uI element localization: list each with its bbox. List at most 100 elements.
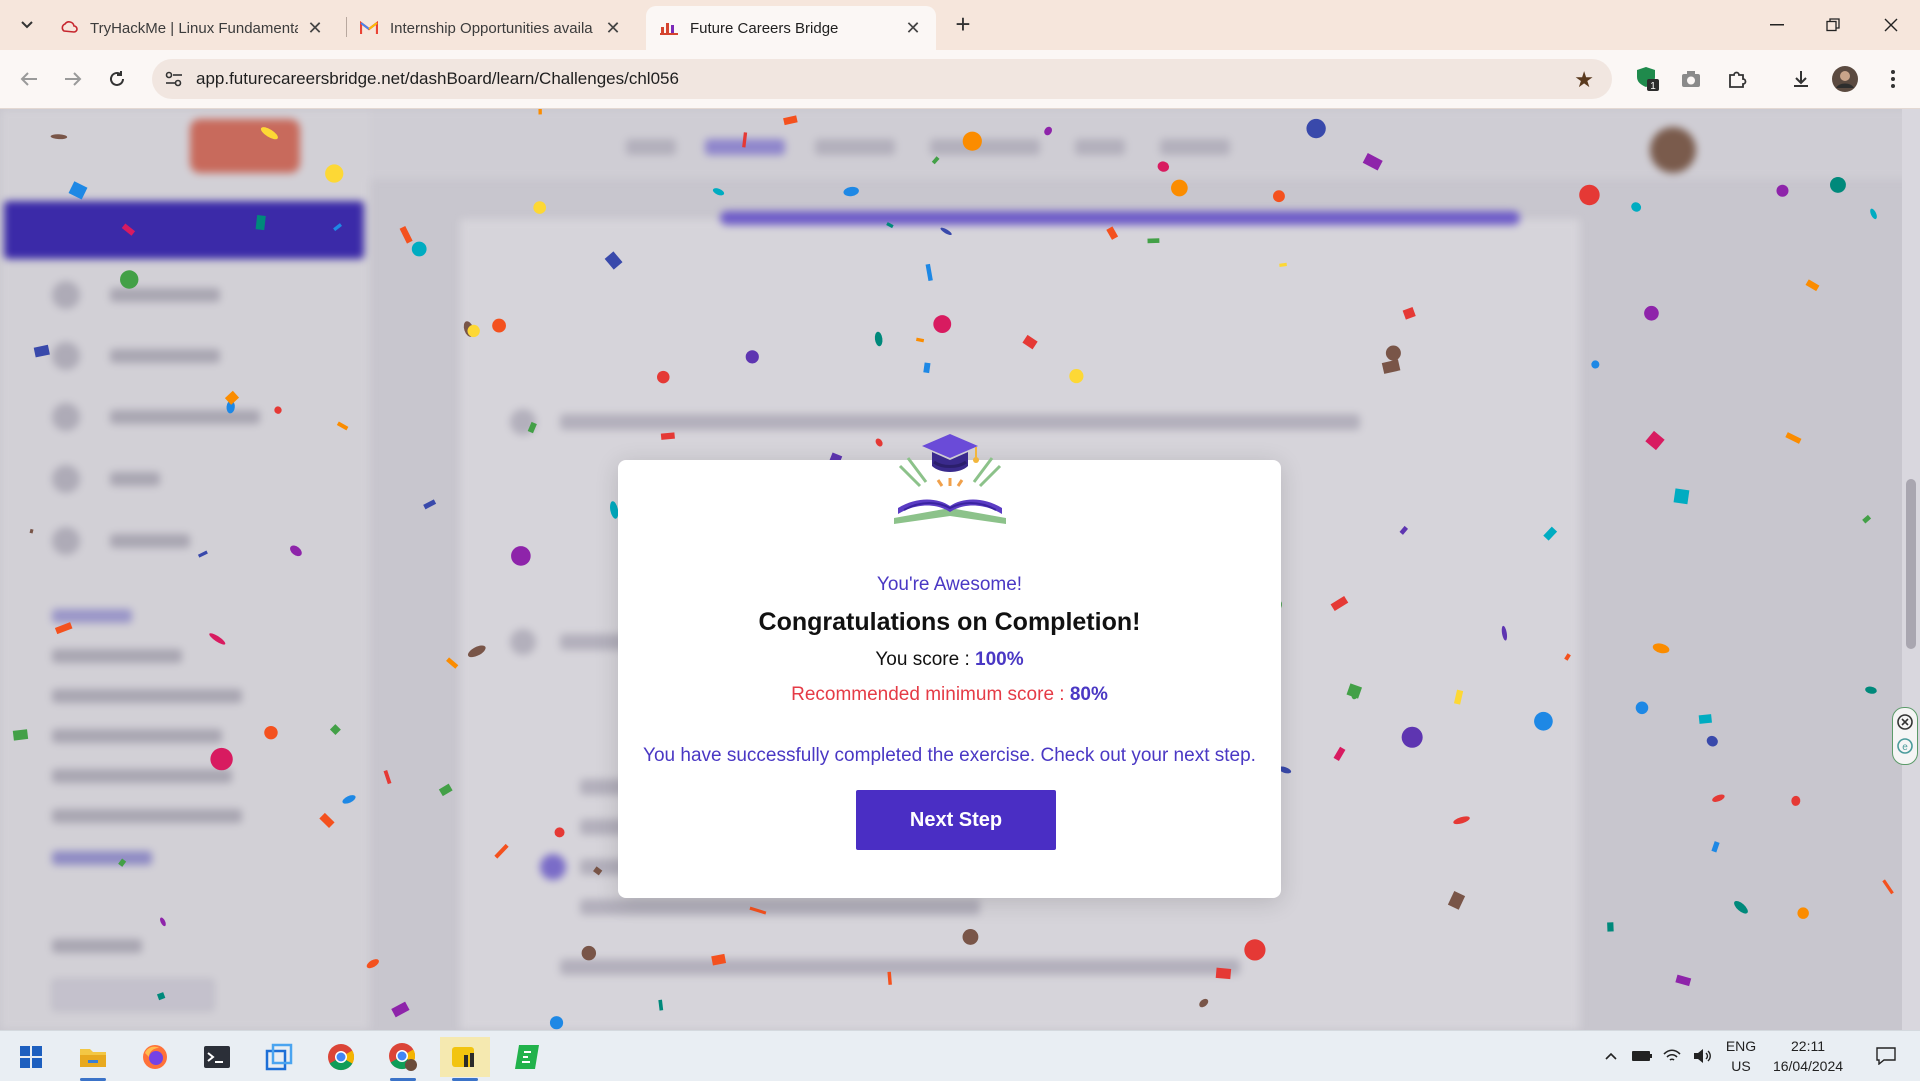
confetti-piece: [1199, 998, 1209, 1008]
confetti-piece: [554, 827, 565, 838]
tab-tryhackme[interactable]: TryHackMe | Linux Fundamenta ✕: [46, 6, 338, 50]
confetti-piece: [962, 131, 982, 151]
taskbar-vm[interactable]: [254, 1037, 304, 1077]
taskbar-terminal[interactable]: [192, 1037, 242, 1077]
confetti-piece: [527, 421, 537, 434]
confetti-piece: [925, 263, 933, 281]
taskbar-chrome-profile[interactable]: [378, 1037, 428, 1081]
page-scrollbar[interactable]: [1902, 109, 1920, 1030]
puzzle-icon: [1729, 71, 1747, 88]
taskbar-notes-app[interactable]: [440, 1037, 490, 1081]
downloads-button[interactable]: [1786, 64, 1816, 94]
restore-button[interactable]: [1810, 8, 1856, 42]
chevron-up-icon: [1605, 1052, 1617, 1060]
start-button[interactable]: [6, 1037, 56, 1077]
confetti-piece: [492, 318, 506, 333]
modal-title: Congratulations on Completion!: [758, 608, 1141, 636]
tab-title: Internship Opportunities availa: [390, 19, 593, 37]
confetti-piece: [749, 906, 767, 915]
taskbar-chrome[interactable]: [316, 1037, 366, 1077]
confetti-piece: [210, 747, 233, 771]
system-clock[interactable]: 22:11 16/04/2024: [1760, 1036, 1856, 1076]
tray-overflow-button[interactable]: [1598, 1031, 1624, 1081]
confetti-piece: [1607, 922, 1614, 932]
address-bar[interactable]: app.futurecareersbridge.net/dashBoard/le…: [152, 59, 1612, 99]
close-icon[interactable]: ✕: [604, 18, 622, 39]
network-status[interactable]: [1658, 1031, 1686, 1081]
notes-app-icon: [452, 1047, 474, 1067]
browser-menu-button[interactable]: [1878, 64, 1908, 94]
confetti-piece: [1453, 816, 1470, 825]
confetti-piece: [962, 928, 979, 945]
reload-button[interactable]: [102, 64, 132, 94]
language-indicator[interactable]: ENG US: [1718, 1036, 1764, 1076]
minimum-score-label: Recommended minimum score :: [791, 684, 1070, 705]
back-button[interactable]: [14, 64, 44, 94]
volume-control[interactable]: [1688, 1031, 1716, 1081]
confetti-piece: [1215, 967, 1232, 980]
restore-icon: [1826, 18, 1840, 32]
confetti-piece: [1673, 488, 1690, 505]
confetti-piece: [423, 499, 437, 510]
confetti-piece: [1385, 345, 1401, 361]
wifi-icon: [1663, 1049, 1681, 1061]
confetti-piece: [12, 729, 29, 741]
close-icon[interactable]: ✕: [904, 18, 922, 39]
confetti-piece: [1797, 907, 1809, 919]
chrome-profile-icon: [389, 1043, 417, 1071]
confetti-piece: [1805, 279, 1820, 292]
fcb-icon: [660, 19, 678, 37]
confetti-piece: [1362, 153, 1383, 171]
taskbar-green-app[interactable]: [502, 1037, 552, 1077]
confetti-piece: [1501, 625, 1508, 641]
confetti-piece: [1346, 683, 1363, 699]
battery-status[interactable]: [1628, 1031, 1656, 1081]
minimize-icon: [1770, 24, 1784, 26]
tab-gmail[interactable]: Internship Opportunities availa ✕: [346, 6, 636, 50]
screenshot-button[interactable]: [1676, 64, 1706, 94]
next-step-button[interactable]: Next Step: [856, 790, 1056, 850]
confetti-piece: [29, 528, 34, 534]
close-icon[interactable]: ✕: [306, 18, 324, 39]
bookmark-star-icon[interactable]: ★: [1574, 67, 1594, 93]
close-window-button[interactable]: [1868, 8, 1914, 42]
confetti-piece: [1644, 305, 1659, 321]
taskbar-firefox[interactable]: [130, 1037, 180, 1077]
site-settings-icon[interactable]: [164, 69, 184, 89]
confetti-piece: [399, 225, 413, 244]
confetti-piece: [1244, 939, 1266, 961]
forward-button[interactable]: [58, 64, 88, 94]
confetti-piece: [533, 201, 547, 214]
confetti-piece: [68, 181, 88, 200]
tab-search-dropdown[interactable]: [14, 12, 40, 38]
tab-title: Future Careers Bridge: [690, 19, 839, 37]
profile-button[interactable]: [1830, 64, 1860, 94]
confetti-piece: [511, 546, 531, 566]
confetti-piece: [887, 971, 892, 985]
taskbar-file-explorer[interactable]: [68, 1037, 118, 1081]
tab-strip: TryHackMe | Linux Fundamenta ✕ Internshi…: [0, 0, 1920, 50]
confetti-piece: [875, 438, 883, 447]
confetti-piece: [1534, 711, 1553, 731]
confetti-piece: [1022, 334, 1038, 350]
chevron-down-icon: [21, 21, 33, 29]
tab-future-careers-bridge[interactable]: Future Careers Bridge ✕: [646, 6, 936, 50]
confetti-piece: [121, 223, 136, 236]
notifications-button[interactable]: [1866, 1031, 1906, 1081]
download-icon: [1794, 71, 1808, 87]
confetti-piece: [1564, 653, 1571, 661]
completion-modal: You're Awesome! Congratulations on Compl…: [618, 434, 1281, 898]
url-text[interactable]: app.futurecareersbridge.net/dashBoard/le…: [196, 69, 679, 89]
arrow-left-icon: [20, 72, 37, 86]
confetti-piece: [336, 421, 349, 431]
confetti-piece: [1591, 360, 1600, 369]
extensions-button[interactable]: [1722, 64, 1752, 94]
confetti-piece: [1776, 184, 1789, 197]
new-tab-button[interactable]: +: [948, 10, 978, 40]
confetti-piece: [923, 362, 931, 374]
side-widget[interactable]: e: [1892, 707, 1918, 765]
extension-shield-button[interactable]: 1: [1632, 64, 1662, 94]
minimize-button[interactable]: [1754, 8, 1800, 42]
scrollbar-thumb[interactable]: [1906, 479, 1916, 649]
gmail-icon: [360, 19, 378, 37]
